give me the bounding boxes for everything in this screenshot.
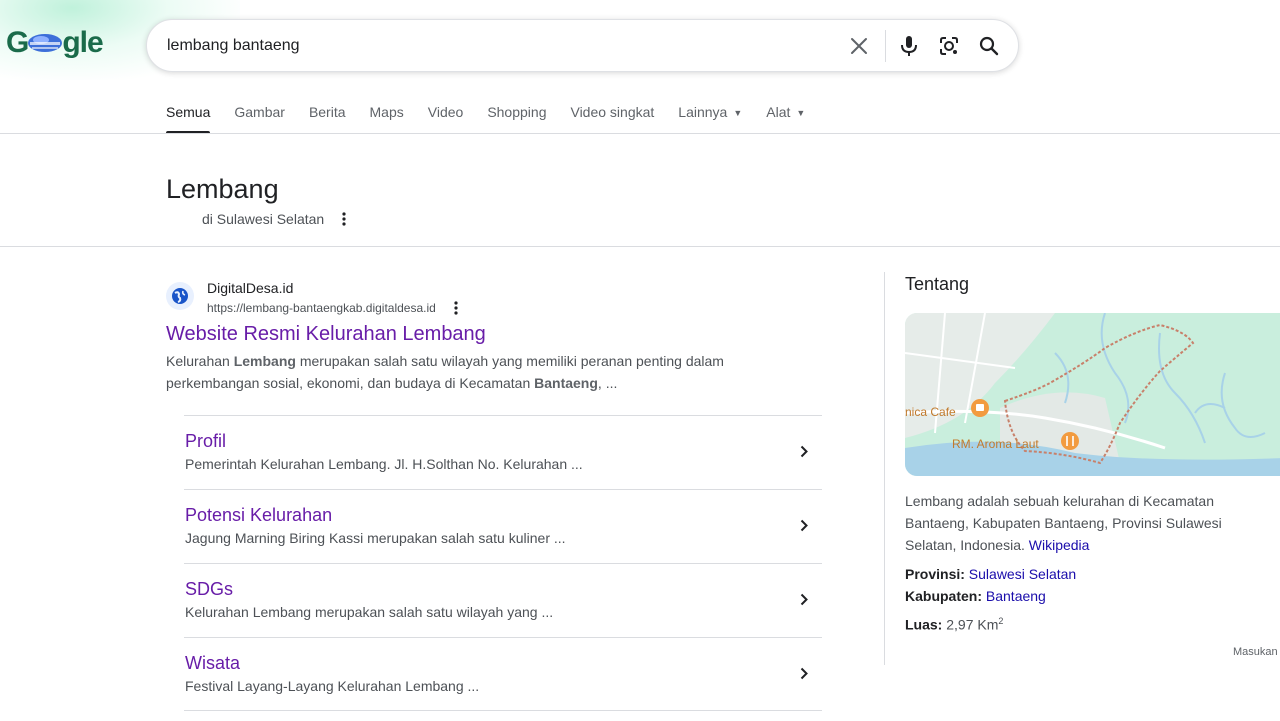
fact-value: 2,97 Km	[946, 616, 999, 633]
google-logo[interactable]: G gle	[6, 26, 104, 60]
result-more-button[interactable]	[448, 299, 464, 317]
clear-search-button[interactable]	[847, 34, 871, 58]
sitelink-title[interactable]: Wisata	[185, 653, 240, 674]
tab-label: Video	[427, 104, 464, 120]
more-vert-icon	[454, 301, 458, 315]
entity-more-button[interactable]	[336, 209, 352, 229]
fact-key: Provinsi:	[905, 566, 965, 582]
snippet-text: , ...	[597, 375, 618, 391]
chevron-right-icon	[796, 516, 812, 534]
tab-alat[interactable]: Alat ▼	[766, 104, 805, 134]
fact-key: Kabupaten:	[905, 588, 982, 604]
result-title-link[interactable]: Website Resmi Kelurahan Lembang	[166, 323, 486, 346]
map-label-restaurant: RM. Aroma Laut	[952, 437, 1039, 451]
location-map[interactable]: nica Cafe RM. Aroma Laut	[905, 313, 1280, 476]
tab-semua[interactable]: Semua	[166, 104, 211, 134]
more-vert-icon	[342, 212, 346, 226]
sitelink-description: Kelurahan Lembang merupakan salah satu w…	[185, 604, 554, 620]
tab-gambar[interactable]: Gambar	[234, 104, 285, 134]
result-url[interactable]: https://lembang-bantaengkab.digitaldesa.…	[207, 301, 436, 315]
fact-superscript: 2	[998, 616, 1004, 626]
camera-lens-icon	[940, 37, 958, 55]
snippet-text: Kelurahan	[166, 353, 234, 369]
tab-maps[interactable]: Maps	[370, 104, 404, 134]
search-input[interactable]	[167, 34, 827, 58]
search-button[interactable]	[977, 34, 1001, 58]
chevron-right-icon	[796, 442, 812, 460]
fact-value-link[interactable]: Bantaeng	[986, 588, 1046, 604]
search-box-divider	[885, 30, 886, 62]
logo-text-end: gle	[62, 26, 103, 59]
fact-key: Luas:	[905, 616, 943, 633]
sitelink-description: Jagung Marning Biring Kassi merupakan sa…	[185, 530, 566, 546]
tab-berita[interactable]: Berita	[309, 104, 346, 134]
feedback-link[interactable]: Masukan	[1233, 646, 1278, 658]
sitelink-title[interactable]: Profil	[185, 431, 226, 452]
snippet-highlight: Lembang	[233, 353, 296, 369]
caret-down-icon: ▼	[733, 108, 743, 118]
doodle-icon	[28, 34, 63, 52]
snippet-highlight: Bantaeng	[534, 375, 598, 391]
fact-value-link[interactable]: Sulawesi Selatan	[969, 566, 1076, 582]
header: G gle	[0, 0, 1280, 92]
sitelink-sdgs[interactable]: SDGs Kelurahan Lembang merupakan salah s…	[184, 563, 822, 637]
tab-label: Video singkat	[570, 104, 655, 120]
chevron-right-icon	[796, 664, 812, 682]
caret-down-icon: ▼	[796, 108, 806, 118]
sitelink-profil[interactable]: Profil Pemerintah Kelurahan Lembang. Jl.…	[184, 415, 822, 489]
search-box[interactable]	[146, 19, 1019, 72]
fact-kabupaten: Kabupaten: Bantaeng	[905, 588, 1046, 604]
knowledge-panel-heading: Tentang	[905, 274, 970, 294]
globe-icon	[172, 288, 188, 304]
tab-label: Lainnya	[678, 104, 728, 120]
sitelink-description: Pemerintah Kelurahan Lembang. Jl. H.Solt…	[185, 456, 583, 472]
result-snippet: Kelurahan Lembang merupakan salah satu w…	[166, 350, 786, 394]
sitelink-description: Festival Layang-Layang Kelurahan Lembang…	[185, 678, 480, 694]
microphone-icon	[901, 36, 917, 56]
lens-search-button[interactable]	[937, 34, 961, 58]
voice-search-button[interactable]	[897, 34, 921, 58]
search-icon	[979, 36, 999, 56]
tab-lainnya[interactable]: Lainnya ▼	[678, 104, 742, 134]
sitelink-title[interactable]: SDGs	[185, 579, 233, 600]
search-tabs: Semua Gambar Berita Maps Video Shopping …	[166, 104, 829, 134]
sitelinks: Profil Pemerintah Kelurahan Lembang. Jl.…	[184, 415, 822, 711]
tab-label: Gambar	[234, 104, 285, 120]
fact-luas: Luas: 2,97 Km2	[905, 616, 1003, 633]
tabs-divider	[0, 133, 1280, 134]
map-graphic: nica Cafe RM. Aroma Laut	[905, 313, 1280, 476]
sitelink-potensi-kelurahan[interactable]: Potensi Kelurahan Jagung Marning Biring …	[184, 489, 822, 563]
sitelink-title[interactable]: Potensi Kelurahan	[185, 505, 332, 526]
chevron-right-icon	[796, 590, 812, 608]
site-favicon[interactable]	[166, 282, 194, 310]
sitelink-wisata[interactable]: Wisata Festival Layang-Layang Kelurahan …	[184, 637, 822, 711]
entity-divider	[0, 246, 1280, 247]
tab-label: Berita	[308, 104, 346, 120]
entity-subtitle: di Sulawesi Selatan	[202, 211, 325, 227]
close-icon	[851, 38, 867, 54]
map-label-cafe: nica Cafe	[905, 405, 956, 419]
tab-shopping[interactable]: Shopping	[487, 104, 546, 134]
logo-text-start: G	[6, 26, 29, 59]
result-site-name[interactable]: DigitalDesa.id	[207, 280, 293, 296]
tab-label: Alat	[766, 104, 791, 120]
fact-provinsi: Provinsi: Sulawesi Selatan	[905, 566, 1076, 582]
tab-label: Semua	[166, 104, 211, 120]
tab-video[interactable]: Video	[428, 104, 464, 134]
entity-title: Lembang	[166, 174, 279, 204]
tab-video-singkat[interactable]: Video singkat	[570, 104, 654, 134]
wikipedia-link[interactable]: Wikipedia	[1029, 537, 1090, 553]
knowledge-panel-divider	[884, 272, 885, 665]
tab-label: Maps	[369, 104, 404, 120]
tab-label: Shopping	[487, 104, 547, 120]
knowledge-panel-description: Lembang adalah sebuah kelurahan di Kecam…	[905, 490, 1245, 556]
